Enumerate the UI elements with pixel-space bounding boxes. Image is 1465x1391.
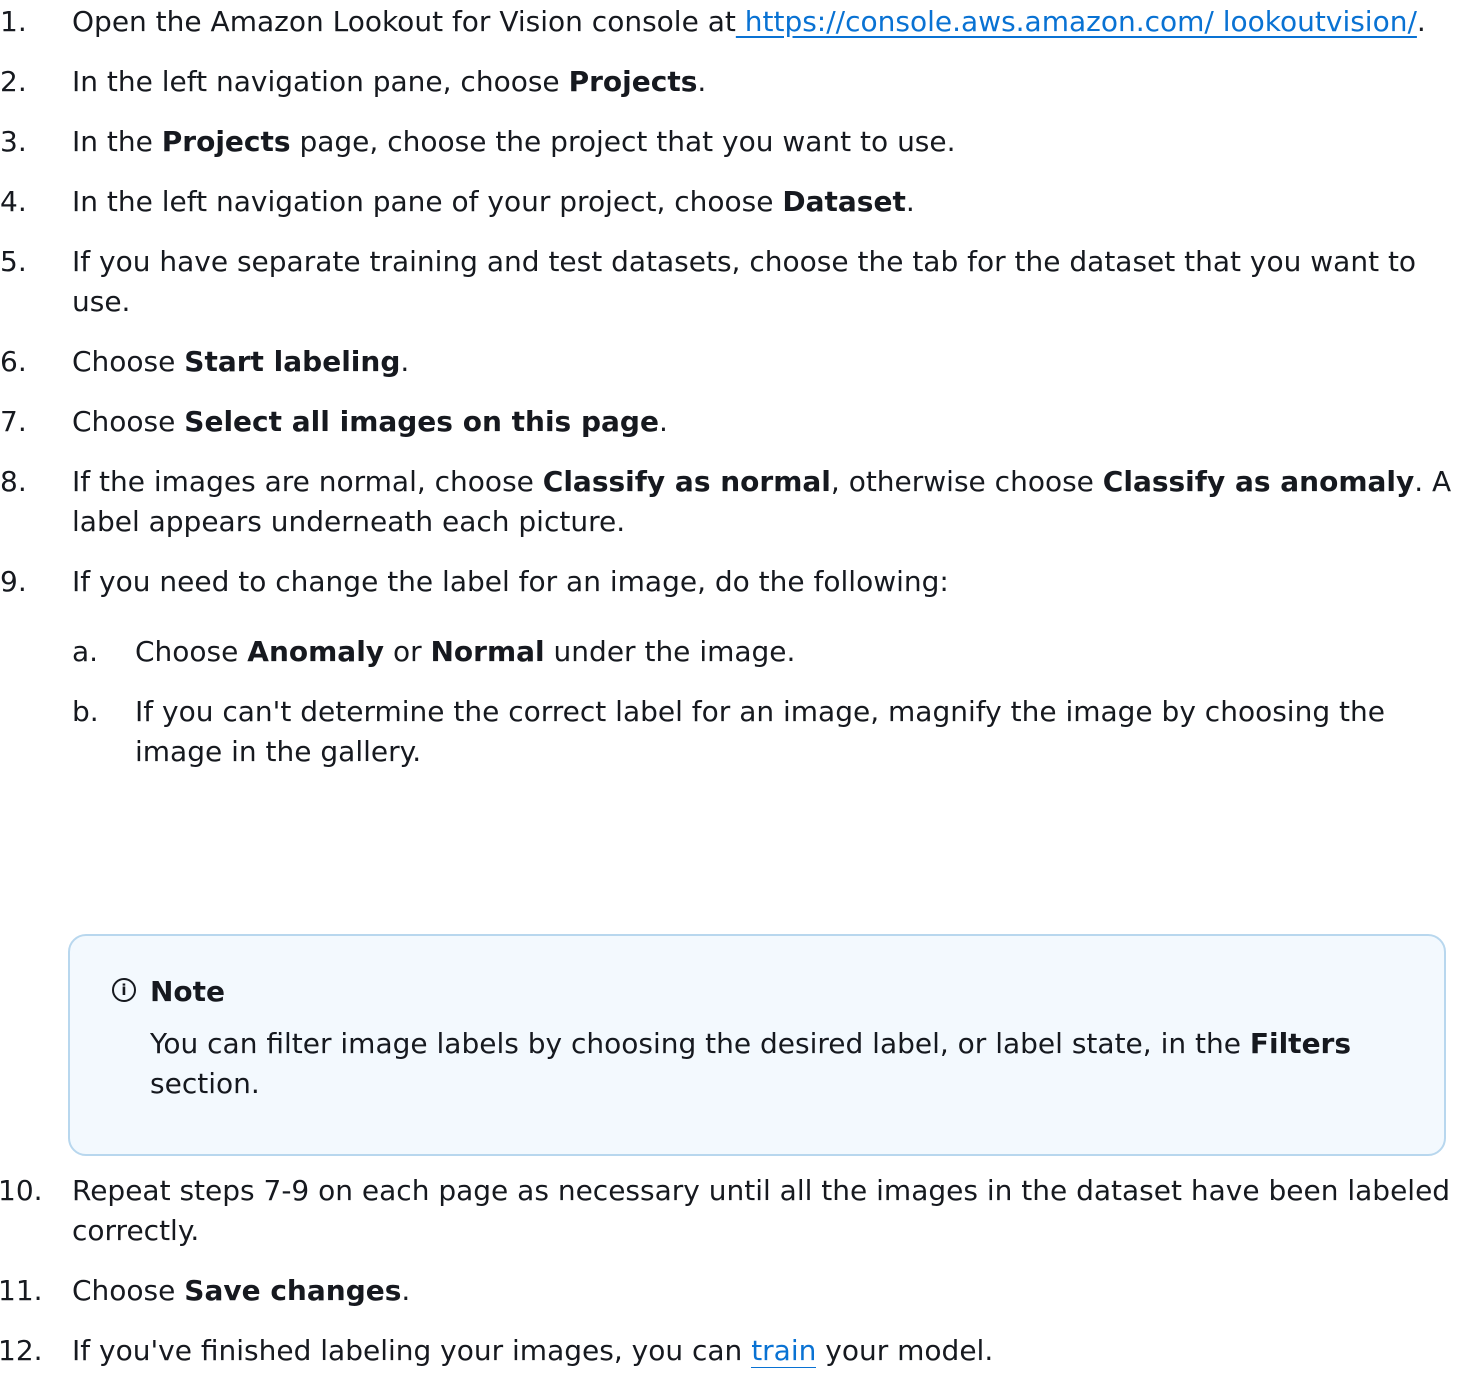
step-text: Choose <box>72 345 185 378</box>
step-text-end: . <box>1416 5 1426 38</box>
step-bold-2: Classify as anomaly <box>1102 465 1415 498</box>
step-number: 6. <box>0 345 27 378</box>
step-text-end: . <box>401 1274 411 1307</box>
step-text-end: . <box>905 185 915 218</box>
step-2: 2. In the left navigation pane, choose P… <box>0 62 1465 102</box>
step-5: 5. If you have separate training and tes… <box>0 242 1465 322</box>
step-text: Open the Amazon Lookout for Vision conso… <box>72 5 736 38</box>
steps-list: 1. Open the Amazon Lookout for Vision co… <box>0 2 1465 792</box>
step-number: 9. <box>0 565 27 598</box>
step-text: If you have separate training and test d… <box>72 245 1417 318</box>
note-text: You can filter image labels by choosing … <box>150 1027 1250 1060</box>
step-number: 10. <box>0 1174 43 1207</box>
step-text: If the images are normal, choose <box>72 465 543 498</box>
step-bold: Projects <box>568 65 698 98</box>
note-body: You can filter image labels by choosing … <box>150 1024 1374 1104</box>
step-text-end: page, choose the project that you want t… <box>290 125 956 158</box>
step-text-end: . <box>658 405 668 438</box>
step-number: 7. <box>0 405 27 438</box>
document-page: { "steps": [ {"num": "1.", "pre": "Open … <box>0 0 1465 1381</box>
lower-steps-list: 10. Repeat steps 7-9 on each page as nec… <box>0 1171 1465 1391</box>
step-11: 11. Choose Save changes. <box>0 1271 1465 1311</box>
substep-a: a. Choose Anomaly or Normal under the im… <box>72 632 1465 672</box>
step-text: If you need to change the label for an i… <box>72 565 949 598</box>
substep-letter: a. <box>72 635 99 668</box>
step-6: 6. Choose Start labeling. <box>0 342 1465 382</box>
step-number: 2. <box>0 65 27 98</box>
step-number: 8. <box>0 465 27 498</box>
step-number: 4. <box>0 185 27 218</box>
step-bold: Classify as normal <box>542 465 831 498</box>
note-text-end: section. <box>150 1067 260 1100</box>
step-8: 8. If the images are normal, choose Clas… <box>0 462 1465 542</box>
substep-text: If you can't determine the correct label… <box>135 695 1385 768</box>
substep-text-end: under the image. <box>544 635 796 668</box>
substep-text: Choose <box>135 635 248 668</box>
step-text: In the left navigation pane, choose <box>72 65 569 98</box>
step-bold: Start labeling <box>184 345 401 378</box>
substep-letter: b. <box>72 695 99 728</box>
step-number: 11. <box>0 1274 43 1307</box>
info-icon: i <box>112 978 136 1002</box>
step-number: 1. <box>0 5 27 38</box>
step-text: Choose <box>72 405 185 438</box>
note-title: Note <box>150 975 226 1008</box>
step-bold: Projects <box>161 125 291 158</box>
step-12: 12. If you've finished labeling your ima… <box>0 1331 1465 1371</box>
step-text-end: . <box>400 345 410 378</box>
step-text-end: . <box>697 65 707 98</box>
step-text-mid: , otherwise choose <box>830 465 1103 498</box>
train-link[interactable]: train <box>751 1334 817 1368</box>
step-bold: Save changes <box>184 1274 402 1307</box>
step-text: Repeat steps 7-9 on each page as necessa… <box>72 1174 1451 1247</box>
substep-bold: Anomaly <box>247 635 385 668</box>
step-text: In the <box>72 125 162 158</box>
step-number: 3. <box>0 125 27 158</box>
substep-text-mid: or <box>384 635 431 668</box>
step-3: 3. In the Projects page, choose the proj… <box>0 122 1465 162</box>
step-text: If you've finished labeling your images,… <box>72 1334 752 1367</box>
step-1: 1. Open the Amazon Lookout for Vision co… <box>0 2 1465 42</box>
substep-b: b. If you can't determine the correct la… <box>72 692 1465 772</box>
note-callout: i Note You can filter image labels by ch… <box>68 934 1446 1156</box>
step-number: 12. <box>0 1334 43 1367</box>
step-bold: Dataset <box>782 185 906 218</box>
step-9: 9. If you need to change the label for a… <box>0 562 1465 772</box>
step-bold: Select all images on this page <box>184 405 659 438</box>
substep-bold-2: Normal <box>430 635 545 668</box>
substeps-list: a. Choose Anomaly or Normal under the im… <box>72 632 1465 772</box>
step-10: 10. Repeat steps 7-9 on each page as nec… <box>0 1171 1465 1251</box>
step-text-end: your model. <box>816 1334 994 1367</box>
console-link[interactable]: https://console.aws.amazon.com/ lookoutv… <box>736 5 1417 38</box>
step-number: 5. <box>0 245 27 278</box>
step-text: Choose <box>72 1274 185 1307</box>
step-7: 7. Choose Select all images on this page… <box>0 402 1465 442</box>
note-bold: Filters <box>1249 1027 1352 1060</box>
step-4: 4. In the left navigation pane of your p… <box>0 182 1465 222</box>
step-text: In the left navigation pane of your proj… <box>72 185 783 218</box>
